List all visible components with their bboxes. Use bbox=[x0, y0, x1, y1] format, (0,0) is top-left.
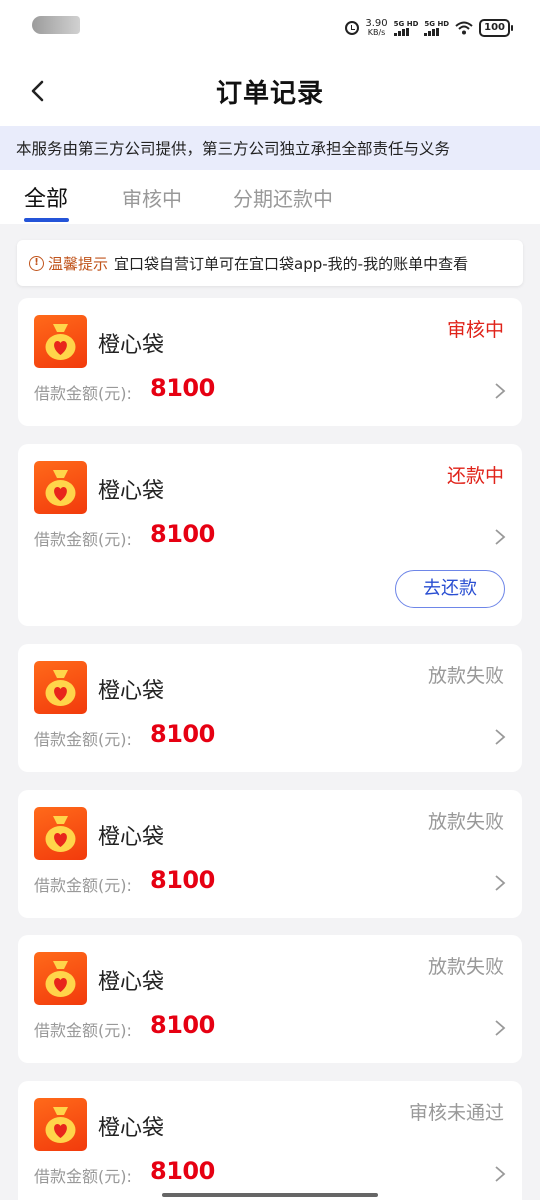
chevron-right-icon[interactable] bbox=[494, 728, 506, 746]
amount-label: 借款金额(元): bbox=[34, 1021, 132, 1040]
status-icons: 3.90 KB/s 5G HD 5G HD 100 bbox=[345, 16, 513, 40]
app-logo bbox=[34, 315, 87, 368]
product-name: 橙心袋 bbox=[98, 479, 165, 504]
page-title: 订单记录 bbox=[215, 79, 324, 109]
chevron-right-icon[interactable] bbox=[494, 1019, 506, 1037]
order-status: 审核未通过 bbox=[408, 1102, 504, 1124]
order-card[interactable]: 橙心袋 审核未通过 借款金额(元): 8100 bbox=[18, 1081, 522, 1200]
money-bag-heart-icon bbox=[45, 670, 76, 706]
app-logo bbox=[34, 807, 87, 860]
product-name: 橙心袋 bbox=[98, 679, 165, 704]
order-card[interactable]: 橙心袋 还款中 借款金额(元): 8100 去还款 bbox=[18, 444, 522, 626]
amount-label: 借款金额(元): bbox=[34, 530, 132, 549]
warm-tip-banner: ! 温馨提示 宜口袋自营订单可在宜口袋app-我的-我的账单中查看 bbox=[17, 240, 523, 286]
carrier-blurred-indicator bbox=[32, 16, 80, 34]
order-status: 放款失败 bbox=[427, 811, 504, 833]
signal-icon: 5G HD bbox=[393, 20, 419, 36]
network-speed: 3.90 KB/s bbox=[365, 18, 388, 38]
money-bag-heart-icon bbox=[45, 816, 76, 852]
amount-value: 8100 bbox=[150, 374, 215, 402]
chevron-right-icon[interactable] bbox=[494, 528, 506, 546]
amount-value: 8100 bbox=[150, 1157, 215, 1185]
product-name: 橙心袋 bbox=[98, 970, 165, 995]
order-status: 放款失败 bbox=[427, 956, 504, 978]
tip-label: 温馨提示 bbox=[48, 254, 109, 273]
order-card[interactable]: 橙心袋 放款失败 借款金额(元): 8100 bbox=[18, 790, 522, 918]
amount-value: 8100 bbox=[150, 520, 215, 548]
money-bag-heart-icon bbox=[45, 324, 76, 360]
tab-installment[interactable]: 分期还款中 bbox=[233, 183, 333, 212]
money-bag-heart-icon bbox=[45, 961, 76, 997]
tab-bar: 全部 审核中 分期还款中 bbox=[0, 170, 540, 224]
order-status: 放款失败 bbox=[427, 665, 504, 687]
chevron-right-icon[interactable] bbox=[494, 1165, 506, 1183]
app-logo bbox=[34, 661, 87, 714]
app-logo bbox=[34, 1098, 87, 1151]
app-logo bbox=[34, 952, 87, 1005]
tab-reviewing[interactable]: 审核中 bbox=[122, 183, 182, 212]
disclaimer-banner: 本服务由第三方公司提供，第三方公司独立承担全部责任与义务 bbox=[0, 126, 540, 170]
product-name: 橙心袋 bbox=[98, 1116, 165, 1141]
app-logo bbox=[34, 461, 87, 514]
tab-all[interactable]: 全部 bbox=[24, 181, 68, 213]
speed-unit: KB/s bbox=[367, 28, 386, 37]
money-bag-heart-icon bbox=[45, 470, 76, 506]
status-bar: 3.90 KB/s 5G HD 5G HD 100 bbox=[0, 0, 540, 56]
active-tab-indicator bbox=[24, 218, 69, 222]
sim2-label: 5G HD bbox=[424, 20, 450, 28]
amount-value: 8100 bbox=[150, 866, 215, 894]
nav-bar: 订单记录 bbox=[0, 56, 540, 126]
repay-button[interactable]: 去还款 bbox=[395, 570, 505, 608]
home-indicator[interactable] bbox=[162, 1193, 378, 1197]
battery-icon: 100 bbox=[479, 19, 513, 37]
signal-icon: 5G HD bbox=[424, 20, 449, 36]
order-card[interactable]: 橙心袋 放款失败 借款金额(元): 8100 bbox=[18, 644, 522, 772]
sim1-label: 5G HD bbox=[393, 20, 419, 28]
order-card[interactable]: 橙心袋 审核中 借款金额(元): 8100 bbox=[18, 298, 522, 426]
chevron-right-icon[interactable] bbox=[494, 874, 506, 892]
amount-value: 8100 bbox=[150, 720, 215, 748]
order-status: 还款中 bbox=[446, 465, 504, 487]
alarm-icon bbox=[345, 21, 360, 35]
amount-value: 8100 bbox=[150, 1011, 215, 1039]
chevron-right-icon[interactable] bbox=[494, 382, 506, 400]
tip-text: 宜口袋自营订单可在宜口袋app-我的-我的账单中查看 bbox=[114, 254, 469, 273]
speed-value: 3.90 bbox=[365, 18, 388, 29]
product-name: 橙心袋 bbox=[98, 333, 165, 358]
wifi-icon bbox=[455, 21, 473, 35]
disclaimer-text: 本服务由第三方公司提供，第三方公司独立承担全部责任与义务 bbox=[16, 140, 451, 158]
product-name: 橙心袋 bbox=[98, 825, 165, 850]
amount-label: 借款金额(元): bbox=[34, 1167, 132, 1186]
order-status: 审核中 bbox=[446, 319, 504, 341]
amount-label: 借款金额(元): bbox=[34, 730, 132, 749]
amount-label: 借款金额(元): bbox=[34, 384, 132, 403]
order-card[interactable]: 橙心袋 放款失败 借款金额(元): 8100 bbox=[18, 935, 522, 1063]
amount-label: 借款金额(元): bbox=[34, 876, 132, 895]
info-icon: ! bbox=[29, 255, 44, 271]
money-bag-heart-icon bbox=[45, 1107, 76, 1143]
